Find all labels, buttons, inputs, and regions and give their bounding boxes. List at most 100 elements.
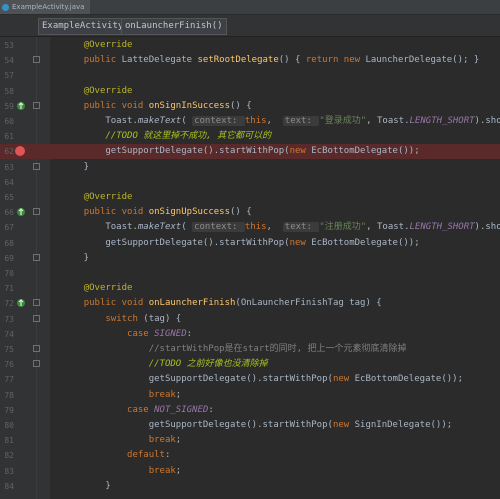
code-token: , Toast.	[366, 222, 410, 233]
code-token: ;	[175, 389, 182, 400]
code-line[interactable]: 64	[0, 175, 500, 190]
code-text: }	[62, 160, 89, 175]
code-text: getSupportDelegate().startWithPop(new Si…	[62, 418, 452, 433]
override-arrow-icon[interactable]	[16, 298, 26, 308]
code-token: text:	[282, 116, 320, 126]
code-token: :	[164, 450, 171, 461]
code-token: onSignUpSuccess	[148, 207, 230, 218]
breakpoint-icon[interactable]	[15, 146, 25, 157]
code-line[interactable]: 78 break;	[0, 388, 500, 403]
code-text: }	[62, 479, 110, 494]
code-line[interactable]: 81 break;	[0, 433, 500, 448]
code-line[interactable]: 82 default:	[0, 448, 500, 463]
code-text: Toast.makeText( context: this, text: "注册…	[62, 220, 500, 235]
code-line[interactable]: 69 }	[0, 251, 500, 266]
code-line[interactable]: 83 break;	[0, 464, 500, 479]
code-line[interactable]: 57	[0, 68, 500, 83]
code-line[interactable]: 84 }	[0, 479, 500, 494]
code-token: this	[244, 222, 267, 233]
editor-tab-strip: ExampleActivity.java	[0, 0, 500, 15]
code-line[interactable]: 60 Toast.makeText( context: this, text: …	[0, 114, 500, 129]
file-tab-label: ExampleActivity.java	[12, 3, 85, 11]
code-token: case	[127, 328, 155, 339]
fold-marker-icon[interactable]	[33, 345, 40, 352]
fold-marker-icon[interactable]	[33, 360, 40, 368]
code-token: ).show();	[474, 222, 500, 233]
code-token: public void	[83, 100, 149, 111]
breadcrumb-class[interactable]: ExampleActivity	[38, 18, 128, 35]
file-tab[interactable]: ExampleActivity.java	[0, 0, 91, 14]
code-line[interactable]: 79 case NOT_SIGNED:	[0, 403, 500, 418]
code-token: break	[148, 435, 176, 446]
code-line[interactable]: 80 getSupportDelegate().startWithPop(new…	[0, 418, 500, 433]
code-line[interactable]: 68 getSupportDelegate().startWithPop(new…	[0, 236, 500, 251]
code-line[interactable]: 65 @Override	[0, 190, 500, 205]
code-token: () {	[278, 55, 306, 66]
code-token: }	[62, 161, 90, 172]
code-line[interactable]: 66 public void onSignUpSuccess() {	[0, 205, 500, 220]
code-text: @Override	[62, 190, 133, 205]
code-text: break;	[62, 388, 182, 403]
code-text: case NOT_SIGNED:	[62, 403, 214, 418]
code-token: NOT_SIGNED	[154, 404, 209, 415]
fold-marker-icon[interactable]	[33, 208, 40, 216]
code-token: :	[208, 404, 214, 415]
line-number: 62	[4, 147, 14, 157]
fold-marker-icon[interactable]	[33, 299, 40, 307]
code-token: break	[148, 465, 176, 476]
line-number: 76	[4, 360, 14, 370]
code-line[interactable]: 75 //startWithPop是在start的同时, 把上一个元素彻底清除掉	[0, 342, 500, 357]
code-line[interactable]: 54 public LatteDelegate setRootDelegate(…	[0, 53, 500, 68]
code-token: EcBottomDelegate());	[311, 237, 420, 248]
code-line[interactable]: 71 @Override	[0, 281, 500, 296]
code-line[interactable]: 76 //TODO 之前好像也没清除掉	[0, 357, 500, 372]
code-token: new	[332, 420, 355, 430]
code-token: //startWithPop是在start的同时, 把上一个元素彻底清除掉	[148, 344, 407, 354]
code-token: getSupportDelegate().startWithPop(	[62, 237, 290, 248]
fold-marker-icon[interactable]	[33, 314, 40, 322]
code-line[interactable]: 63 }	[0, 160, 500, 175]
code-token: ,	[266, 116, 283, 126]
code-line[interactable]: 70	[0, 266, 500, 281]
breadcrumb: ExampleActivity onLauncherFinish()	[0, 15, 500, 37]
line-number: 53	[4, 41, 14, 50]
code-line[interactable]: 53 @Override	[0, 38, 500, 53]
fold-marker-icon[interactable]	[33, 101, 40, 109]
code-token: () {	[230, 100, 252, 111]
code-token: text:	[282, 222, 320, 233]
code-text: @Override	[62, 38, 133, 53]
code-line[interactable]: 62 getSupportDelegate().startWithPop(new…	[0, 144, 500, 160]
code-token: context:	[192, 116, 245, 126]
code-token: public	[83, 55, 122, 66]
code-line[interactable]: 59 public void onSignInSuccess() {	[0, 99, 500, 114]
code-line[interactable]: 58 @Override	[0, 84, 500, 99]
fold-marker-icon[interactable]	[33, 56, 40, 64]
override-arrow-icon[interactable]	[16, 101, 26, 111]
line-number: 71	[4, 284, 14, 294]
line-number: 58	[4, 86, 14, 96]
code-line[interactable]: 61 //TODO 就这里掉不成功, 其它都可以的	[0, 129, 500, 144]
code-token: }	[62, 252, 90, 263]
line-number: 84	[4, 481, 14, 491]
code-line[interactable]: 72 public void onLauncherFinish(OnLaunch…	[0, 296, 500, 311]
fold-marker-icon[interactable]	[33, 253, 40, 261]
fold-marker-icon[interactable]	[33, 162, 40, 170]
line-number: 74	[4, 329, 14, 339]
code-line[interactable]: 74 case SIGNED:	[0, 327, 500, 342]
line-number: 70	[4, 269, 14, 278]
line-number: 73	[4, 314, 14, 324]
code-token: new	[289, 146, 312, 157]
code-line[interactable]: 77 getSupportDelegate().startWithPop(new…	[0, 372, 500, 387]
breadcrumb-method[interactable]: onLauncherFinish()	[121, 18, 227, 35]
code-line[interactable]: 73 switch (tag) {	[0, 312, 500, 327]
code-token: LauncherDelegate(); }	[365, 55, 480, 66]
code-line[interactable]: 67 Toast.makeText( context: this, text: …	[0, 220, 500, 235]
override-arrow-icon[interactable]	[16, 207, 26, 217]
